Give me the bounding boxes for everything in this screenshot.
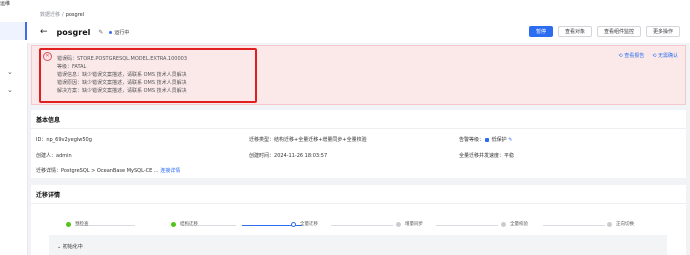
breadcrumb-separator: / (62, 12, 64, 18)
basic-info-card: 基本信息 ID：np_69v2yeglw50g 创建人：admin 迁移详情：P… (31, 110, 686, 178)
step-switch[interactable]: 正向切换 (607, 221, 634, 227)
breadcrumb-current: posgrel (65, 12, 85, 18)
step-connector (543, 225, 605, 226)
breadcrumb: 数据迁移 / posgrel (40, 11, 84, 18)
divider (31, 128, 686, 129)
creator-field: 创建人：admin (36, 153, 72, 159)
pause-button[interactable]: 暂停 (528, 26, 553, 37)
status-badge: 运行中 (109, 29, 129, 36)
view-monitor-button[interactable]: 查看组件监控 (596, 26, 641, 37)
more-actions-button[interactable]: 更多操作 (645, 26, 680, 37)
pending-icon (396, 221, 401, 227)
status-dot-icon (109, 30, 113, 34)
main-content: 数据迁移 / posgrel ← posgrel ✎ 运行中 暂停 查看对象 查看组… (27, 0, 690, 255)
type-field: 迁移类型：结构迁移+全量迁移+增量同步+全量校验 (249, 137, 367, 143)
sidebar-item-active[interactable] (0, 22, 27, 40)
page-header: 数据迁移 / posgrel ← posgrel ✎ 运行中 暂停 查看对象 查看组… (27, 0, 690, 43)
step-verify[interactable]: 全量校验 (501, 221, 528, 227)
chevron-down-icon[interactable]: ⌄ (7, 68, 13, 76)
concurrency-field: 全量迁移并发速度：平稳 (459, 153, 515, 159)
highlight-box (39, 48, 257, 103)
step-full[interactable]: 全量迁移 (291, 221, 318, 227)
chevron-down-icon[interactable]: ⌄ (7, 86, 13, 94)
breadcrumb-parent[interactable]: 数据迁移 (40, 12, 60, 18)
check-icon (66, 221, 71, 227)
migration-details-title: 迁移详情 (36, 192, 61, 199)
created-field: 创建时间：2024-11-26 18:03:57 (249, 153, 328, 159)
ignore-link[interactable]: ⟲ 无需确认 (652, 52, 678, 59)
step-incremental[interactable]: 增量同步 (396, 221, 423, 227)
step-precheck[interactable]: 预检查 (66, 221, 89, 227)
link-field: 迁移详情：PostgreSQL > OceanBase MySQL-CE ...… (36, 168, 181, 174)
sidebar-fragment: 运维 (0, 1, 11, 7)
step-connector (436, 225, 498, 226)
pending-icon (501, 221, 506, 227)
progress-icon (291, 221, 296, 227)
view-objects-button[interactable]: 查看对象 (557, 26, 592, 37)
shield-icon (485, 137, 490, 142)
divider (31, 203, 686, 204)
basic-info-title: 基本信息 (36, 117, 61, 124)
alarm-field: 告警等级： 低保护 ✎ (459, 137, 513, 143)
sidebar: 运维 ⌄ ⌄ (0, 0, 28, 255)
id-field: ID：np_69v2yeglw50g (36, 137, 92, 143)
status-text: 运行中 (114, 29, 130, 36)
back-arrow-icon[interactable]: ← (40, 27, 48, 37)
step-connector (331, 225, 393, 226)
check-icon (171, 221, 176, 227)
edit-icon[interactable]: ✎ (508, 137, 512, 143)
page-title: posgrel (56, 27, 91, 37)
link-detail[interactable]: 连接详情 (160, 168, 180, 174)
progress-status: ⌄ 初始化中 (57, 244, 83, 250)
step-schema[interactable]: 结构迁移 (171, 221, 198, 227)
view-report-link[interactable]: ⟲ 查看报告 (618, 52, 644, 59)
edit-icon[interactable]: ✎ (98, 29, 103, 36)
progress-panel: ⌄ 初始化中 (49, 235, 667, 255)
pending-icon (607, 221, 612, 227)
migration-details-card: 迁移详情 预检查 结构迁移 全量迁移 增量同步 全量校验 正向切换 ⌄ 初始化中 (31, 185, 686, 255)
